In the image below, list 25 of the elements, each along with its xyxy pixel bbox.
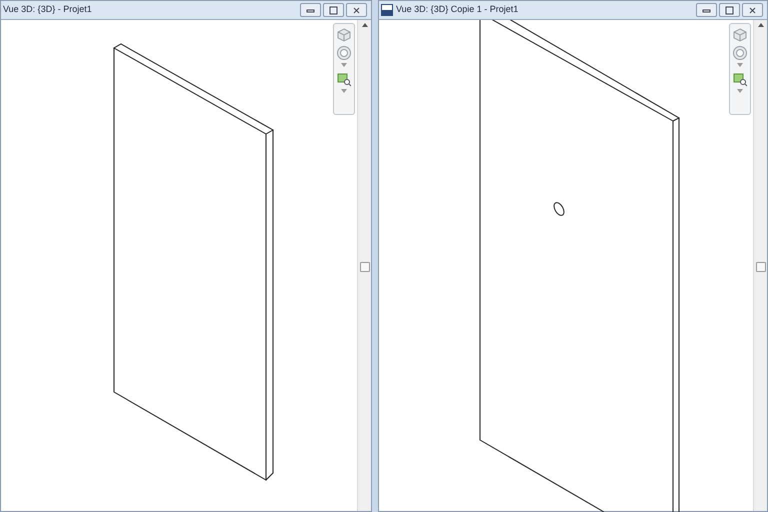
window-title: Vue 3D: {3D} - Projet1 [3, 3, 93, 16]
vertical-scrollbar[interactable] [357, 20, 371, 511]
steering-wheel-icon[interactable] [336, 45, 352, 61]
dropdown-arrow-icon[interactable] [341, 89, 347, 93]
scrollbar-thumb[interactable] [756, 262, 766, 272]
close-button[interactable] [742, 3, 763, 17]
dropdown-arrow-icon[interactable] [341, 63, 347, 67]
zoom-region-icon[interactable] [733, 73, 747, 87]
dropdown-arrow-icon[interactable] [737, 63, 743, 67]
view-cube-icon[interactable] [732, 27, 748, 43]
hole-drawing [554, 202, 564, 216]
dropdown-arrow-icon[interactable] [737, 89, 743, 93]
scrollbar-thumb[interactable] [360, 262, 370, 272]
minimize-button[interactable] [300, 3, 321, 17]
zoom-region-icon[interactable] [337, 73, 351, 87]
scroll-up-arrow-icon[interactable] [362, 23, 368, 27]
vertical-scrollbar[interactable] [753, 20, 767, 511]
minimize-button[interactable] [696, 3, 717, 17]
maximize-button[interactable] [719, 3, 740, 17]
view-cube-icon[interactable] [336, 27, 352, 43]
window-title: Vue 3D: {3D} Copie 1 - Projet1 [396, 3, 520, 16]
scroll-up-arrow-icon[interactable] [758, 23, 764, 27]
maximize-button[interactable] [323, 3, 344, 17]
close-button[interactable] [346, 3, 367, 17]
steering-wheel-icon[interactable] [732, 45, 748, 61]
